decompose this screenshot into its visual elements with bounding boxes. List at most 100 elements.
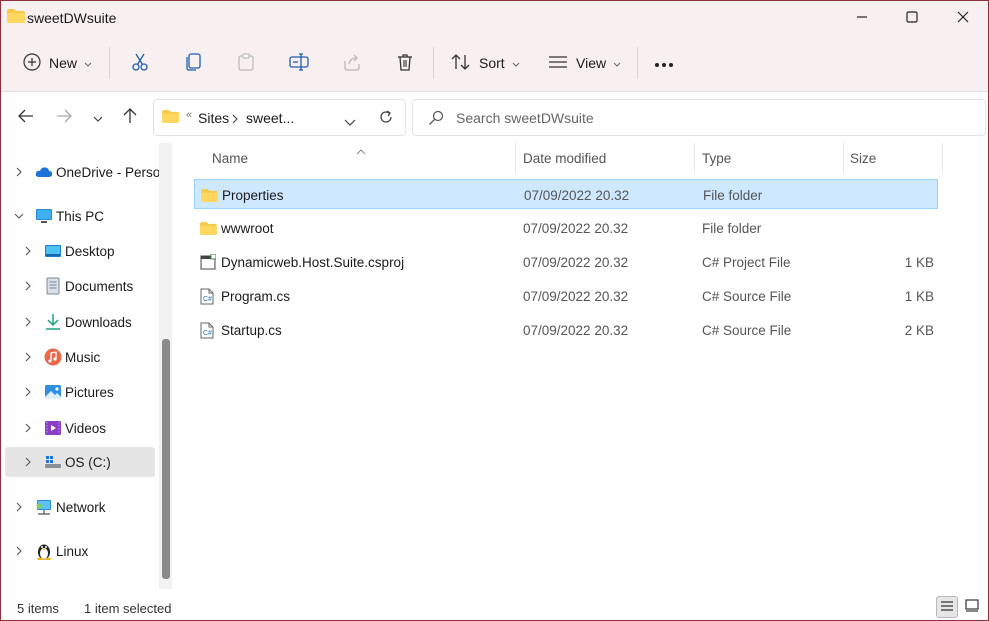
sort-label: Sort: [479, 55, 505, 71]
view-button[interactable]: View: [548, 35, 621, 91]
file-date: 07/09/2022 20.32: [523, 322, 629, 338]
file-row-wwwroot[interactable]: wwwroot 07/09/2022 20.32 File folder: [194, 213, 938, 243]
chevron-right-icon[interactable]: [14, 546, 24, 556]
cs-file-icon: C#: [200, 315, 214, 345]
share-icon: [343, 53, 361, 74]
arrow-right-icon: [56, 109, 72, 126]
back-button[interactable]: [15, 106, 37, 128]
nav-label: OneDrive - Perso: [56, 164, 161, 180]
address-dropdown-icon[interactable]: [344, 114, 356, 129]
cs-file-icon: C#: [200, 281, 214, 311]
toolbar-divider: [109, 47, 110, 79]
file-row-properties[interactable]: Properties 07/09/2022 20.32 File folder: [194, 179, 938, 209]
share-button[interactable]: [343, 35, 361, 91]
nav-label: OS (C:): [65, 454, 111, 470]
column-divider[interactable]: [515, 143, 516, 173]
minimize-button[interactable]: [837, 1, 887, 35]
file-name: Startup.cs: [221, 322, 282, 338]
nav-item-desktop[interactable]: Desktop: [5, 236, 155, 266]
recent-locations-button[interactable]: [87, 106, 109, 128]
file-date: 07/09/2022 20.32: [523, 288, 629, 304]
breadcrumb-sites[interactable]: Sites: [198, 110, 229, 126]
address-bar[interactable]: « Sites sweet...: [153, 99, 406, 136]
trash-icon: [396, 53, 414, 74]
documents-icon: [44, 277, 62, 295]
copy-button[interactable]: [185, 35, 203, 91]
nav-scrollbar-thumb[interactable]: [162, 339, 170, 579]
title-bar: sweetDWsuite: [1, 1, 988, 35]
file-row-csproj[interactable]: Dynamicweb.Host.Suite.csproj 07/09/2022 …: [194, 247, 938, 277]
new-button[interactable]: New: [23, 35, 92, 91]
search-box[interactable]: Search sweetDWsuite: [412, 99, 986, 136]
nav-item-this-pc[interactable]: This PC: [5, 201, 155, 231]
nav-label: Music: [65, 349, 101, 365]
sort-button[interactable]: Sort: [451, 35, 520, 91]
rename-button[interactable]: [289, 35, 309, 91]
nav-item-network[interactable]: Network: [5, 492, 155, 522]
file-type: File folder: [702, 220, 762, 236]
minimize-icon: [856, 11, 868, 26]
file-size: 2 KB: [904, 322, 934, 338]
nav-label: Pictures: [65, 384, 114, 400]
chevron-right-icon[interactable]: [14, 502, 24, 512]
more-options-button[interactable]: [654, 35, 674, 91]
nav-item-linux[interactable]: Linux: [5, 536, 155, 566]
close-button[interactable]: [938, 1, 988, 35]
file-type: File folder: [703, 187, 763, 203]
chevron-right-icon[interactable]: [23, 457, 33, 467]
nav-item-pictures[interactable]: Pictures: [5, 377, 155, 407]
chevron-right-icon[interactable]: [23, 387, 33, 397]
folder-icon: [162, 110, 179, 126]
file-name: Program.cs: [221, 288, 291, 304]
svg-text:C#: C#: [203, 330, 212, 337]
item-count: 5 items: [17, 601, 59, 616]
refresh-icon[interactable]: [378, 109, 394, 128]
delete-button[interactable]: [396, 35, 414, 91]
nav-item-downloads[interactable]: Downloads: [5, 307, 155, 337]
chevron-down-icon: [84, 56, 92, 71]
search-icon: [428, 110, 444, 129]
arrow-left-icon: [18, 109, 34, 126]
nav-item-videos[interactable]: Videos: [5, 413, 155, 443]
file-size: 1 KB: [904, 254, 934, 270]
file-date: 07/09/2022 20.32: [523, 254, 629, 270]
nav-item-music[interactable]: Music: [5, 342, 155, 372]
details-view-button[interactable]: [936, 596, 958, 618]
column-divider[interactable]: [843, 143, 844, 173]
maximize-button[interactable]: [887, 1, 937, 35]
up-button[interactable]: [119, 106, 141, 128]
csproj-file-icon: [200, 247, 216, 277]
chevron-right-icon[interactable]: [23, 281, 33, 291]
column-header-type[interactable]: Type: [702, 143, 731, 173]
chevron-right-icon[interactable]: [23, 246, 33, 256]
nav-item-os-drive[interactable]: OS (C:): [5, 447, 155, 477]
breadcrumb-overflow[interactable]: «: [186, 109, 192, 121]
videos-icon: [44, 419, 62, 437]
column-header-name[interactable]: Name: [212, 143, 248, 173]
paste-button[interactable]: [237, 35, 255, 91]
chevron-down-icon: [93, 110, 103, 125]
forward-button[interactable]: [53, 106, 75, 128]
nav-label: Videos: [65, 420, 107, 436]
column-header-date[interactable]: Date modified: [523, 143, 606, 173]
file-size: 1 KB: [904, 288, 934, 304]
column-divider[interactable]: [694, 143, 695, 173]
nav-item-documents[interactable]: Documents: [5, 271, 155, 301]
file-type: C# Source File: [702, 322, 792, 338]
cut-button[interactable]: [131, 35, 149, 91]
file-row-startup[interactable]: C# Startup.cs 07/09/2022 20.32 C# Source…: [194, 315, 938, 345]
chevron-right-icon[interactable]: [23, 352, 33, 362]
chevron-right-icon[interactable]: [23, 423, 33, 433]
nav-item-onedrive[interactable]: OneDrive - Perso: [5, 157, 160, 187]
explorer-window: sweetDWsuite New Sort View « Sites sweet…: [0, 0, 989, 621]
tiles-view-button[interactable]: [961, 596, 983, 618]
chevron-right-icon[interactable]: [23, 317, 33, 327]
chevron-down-icon[interactable]: [14, 211, 24, 221]
chevron-right-icon[interactable]: [14, 167, 24, 177]
column-header-size[interactable]: Size: [850, 143, 876, 173]
column-divider[interactable]: [942, 143, 943, 173]
breadcrumb-current[interactable]: sweet...: [246, 110, 294, 126]
desktop-icon: [44, 242, 62, 260]
details-view-icon: [940, 600, 954, 615]
file-row-program[interactable]: C# Program.cs 07/09/2022 20.32 C# Source…: [194, 281, 938, 311]
